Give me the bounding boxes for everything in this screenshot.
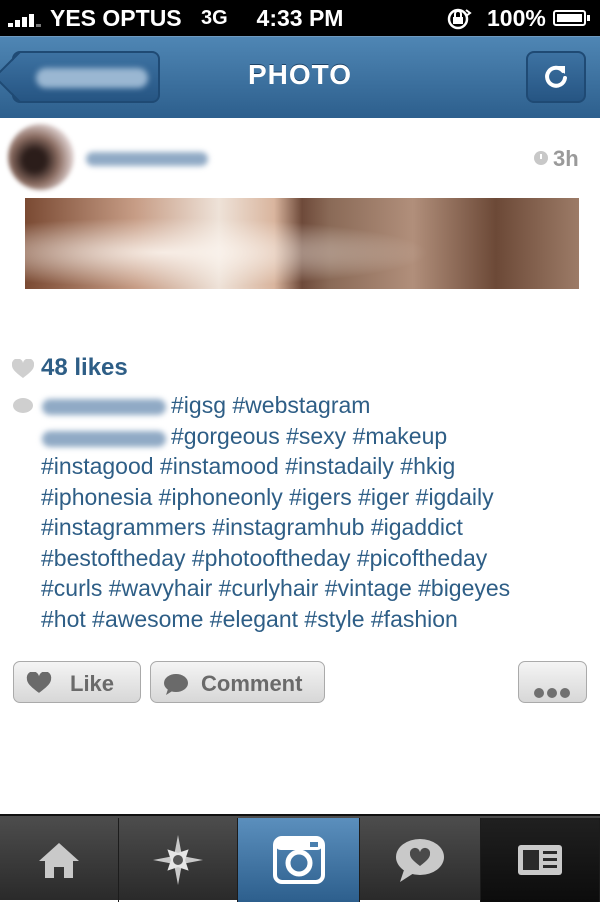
caption-line[interactable]: #iphonesia #iphoneonly #igers #iger #igd… — [41, 482, 597, 513]
caption-line[interactable]: #curls #wavyhair #curlyhair #vintage #bi… — [41, 573, 597, 604]
comment-button[interactable]: Comment — [150, 661, 325, 703]
caption-line[interactable]: #bestoftheday #photooftheday #picoftheda… — [41, 543, 597, 574]
heart-icon — [26, 672, 52, 693]
more-dots-icon — [534, 678, 573, 704]
post-username-redacted[interactable] — [86, 152, 208, 166]
caption-line[interactable]: #hot #awesome #elegant #style #fashion — [41, 604, 597, 635]
post-time: 3h — [553, 146, 579, 171]
tab-home[interactable] — [0, 818, 119, 902]
rotation-lock-icon — [447, 8, 473, 36]
compass-star-icon — [153, 835, 203, 885]
caption-text: #igsg #webstagram #gorgeous #sexy #makeu… — [41, 390, 597, 634]
comment-bubble-icon — [164, 674, 188, 695]
likes-count[interactable]: 48 likes — [41, 354, 128, 382]
caption-line[interactable]: #instagrammers #instagramhub #igaddict — [41, 512, 597, 543]
caption-line[interactable]: #gorgeous #sexy #makeup — [41, 421, 597, 452]
caption-line[interactable]: #instagood #instamood #instadaily #hkig — [41, 451, 597, 482]
tab-bar — [0, 814, 600, 902]
battery-icon — [553, 10, 590, 26]
profile-card-icon — [518, 845, 562, 875]
heart-icon — [12, 359, 34, 378]
home-icon — [39, 843, 79, 878]
refresh-icon — [545, 65, 567, 88]
status-bar: YES OPTUS 3G 4:33 PM 100% — [0, 0, 600, 36]
nav-bar: PHOTO — [0, 36, 600, 118]
comment-bubble-icon — [13, 398, 33, 413]
tab-camera[interactable] — [238, 818, 360, 902]
tab-news[interactable] — [360, 818, 481, 902]
camera-icon — [272, 836, 325, 884]
caption-line[interactable]: #igsg #webstagram — [41, 390, 597, 421]
post-header — [0, 118, 600, 198]
clock-icon — [534, 151, 548, 165]
tab-profile[interactable] — [481, 818, 600, 902]
battery-percent: 100% — [487, 5, 546, 31]
more-options-button[interactable] — [518, 661, 587, 703]
comment-label: Comment — [201, 671, 303, 696]
page-title: PHOTO — [247, 59, 353, 90]
like-button[interactable]: Like — [13, 661, 141, 703]
like-label: Like — [70, 671, 115, 696]
refresh-button[interactable] — [526, 51, 586, 103]
tab-explore[interactable] — [119, 818, 238, 902]
avatar[interactable] — [8, 124, 74, 190]
battery-fill — [557, 14, 582, 22]
post-photo[interactable] — [25, 198, 579, 289]
speech-heart-icon — [396, 839, 444, 882]
